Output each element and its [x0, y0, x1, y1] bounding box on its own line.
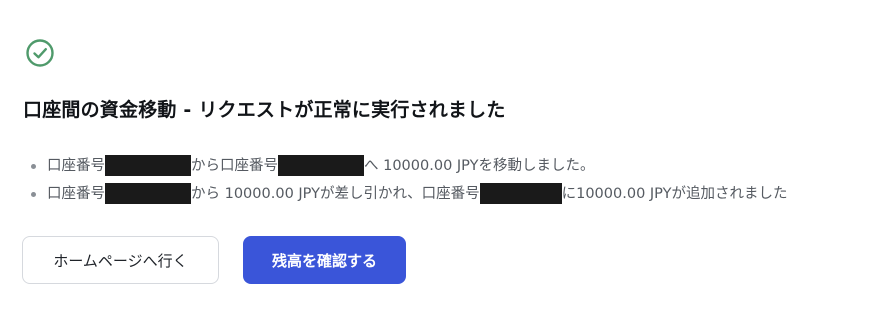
redacted-account-number [479, 182, 562, 204]
detail-text: 口座番号 [47, 158, 105, 174]
redacted-account-number [105, 154, 191, 176]
transfer-details-list: 口座番号 から口座番号へ 10000.00 JPYを移動しました。 口座番号 から … [23, 154, 787, 210]
detail-text: へ 10000.00 JPYを移動しました。 [364, 158, 595, 174]
detail-text: から口座番号 [191, 158, 278, 174]
redacted-account-number [278, 154, 364, 176]
list-item: 口座番号 から 10000.00 JPYが差し引かれ、口座番号 に10000.00 … [23, 182, 787, 206]
detail-text: に10000.00 JPYが追加されました [561, 186, 788, 202]
bullet-icon [31, 164, 36, 169]
go-to-homepage-button[interactable]: ホームページへ行く [22, 236, 219, 284]
redacted-account-number [105, 182, 191, 204]
bullet-icon [31, 192, 36, 197]
check-balance-button[interactable]: 残高を確認する [243, 236, 406, 284]
list-item: 口座番号 から口座番号 へ 10000.00 JPYを移動しました。 [23, 154, 787, 178]
check-circle-icon [26, 39, 54, 67]
page-title: 口座間の資金移動 - リクエストが正常に実行されました [23, 99, 506, 121]
detail-text: から 10000.00 JPYが差し引かれ、口座番号 [191, 186, 480, 202]
transfer-result-page: 口座間の資金移動 - リクエストが正常に実行されました 口座番号 から口座番号 へ … [0, 0, 892, 323]
detail-text: 口座番号 [47, 186, 105, 202]
